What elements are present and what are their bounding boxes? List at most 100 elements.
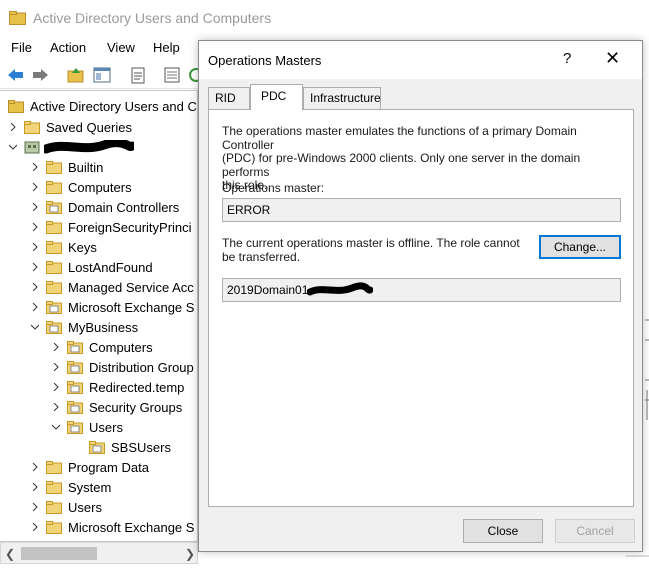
up-folder-icon[interactable] [66,65,86,85]
ou-folder-icon [46,300,62,314]
forward-arrow-icon[interactable] [30,65,50,85]
chevron-right-icon[interactable] [51,337,61,357]
chevron-right-icon[interactable] [30,197,40,217]
main-title-bar: Active Directory Users and Computers [0,0,649,38]
tree-item-label: Security Groups [89,399,183,415]
tree-item-label: Keys [68,239,97,255]
tree-item-label: Users [89,419,123,435]
ou-folder-icon [67,420,83,434]
tree-item-label: Users [68,499,102,515]
folder-icon [46,500,62,514]
tree-item-mb-computers[interactable]: Computers [51,337,153,357]
chevron-right-icon[interactable] [51,377,61,397]
tree-item-label: SBSUsers [111,439,171,455]
ou-folder-icon [89,440,105,454]
chevron-right-icon[interactable] [30,277,40,297]
chevron-right-icon[interactable] [8,117,18,137]
chevron-down-icon[interactable] [51,417,61,437]
tree-root[interactable]: Active Directory Users and C [8,96,197,116]
menu-view[interactable]: View [107,40,135,55]
folder-icon [46,220,62,234]
tree-item-builtin[interactable]: Builtin [30,157,103,177]
help-icon[interactable]: ? [563,50,571,67]
tree-item-label: ForeignSecurityPrinci [68,219,192,235]
folder-icon [46,520,62,534]
chevron-right-icon[interactable] [30,297,40,317]
folder-icon [46,280,62,294]
tree-item-saved-queries[interactable]: Saved Queries [8,117,132,137]
menu-help[interactable]: Help [153,40,180,55]
tree-item-mybusiness[interactable]: MyBusiness [30,317,138,337]
tab-pdc[interactable]: PDC [250,84,303,110]
change-button[interactable]: Change... [539,235,621,259]
chevron-down-icon[interactable] [30,317,40,337]
chevron-right-icon[interactable] [51,357,61,377]
tree-item-microsoft-exchange-2[interactable]: Microsoft Exchange S [30,517,194,537]
ou-folder-icon [46,320,62,334]
tree-item-microsoft-exchange[interactable]: Microsoft Exchange S [30,297,194,317]
tree-item-users[interactable]: Users [30,497,102,517]
tree-item-computers[interactable]: Computers [30,177,132,197]
tree-item-label: Builtin [68,159,104,175]
console-tree: Active Directory Users and C Saved Queri… [0,90,198,542]
tree-item-lost-and-found[interactable]: LostAndFound [30,257,153,277]
tree-item-domain[interactable] [8,137,134,157]
tree-item-mb-redirected[interactable]: Redirected.temp [51,377,184,397]
tree-item-label: Microsoft Exchange S [68,299,195,315]
chevron-right-icon[interactable] [30,177,40,197]
redaction-scribble [307,282,373,296]
chevron-right-icon[interactable] [30,217,40,237]
scroll-right-icon[interactable]: ❯ [185,547,195,561]
tree-item-foreign-security[interactable]: ForeignSecurityPrinci [30,217,192,237]
tree-item-sbsusers[interactable]: SBSUsers [89,437,171,457]
tree-item-keys[interactable]: Keys [30,237,97,257]
tree-item-managed-service[interactable]: Managed Service Acc [30,277,194,297]
redaction-scribble [44,140,134,154]
folder-icon [46,460,62,474]
back-arrow-icon[interactable] [6,65,26,85]
tree-item-label: Distribution Group [89,359,194,375]
properties-sheet-icon[interactable] [162,65,182,85]
description-line: The operations master emulates the funct… [222,124,577,152]
clipboard-icon[interactable] [128,65,148,85]
tree-item-label: MyBusiness [68,319,139,335]
status-line: The current operations master is offline… [222,236,520,250]
description-line: (PDC) for pre-Windows 2000 clients. Only… [222,151,581,179]
close-button[interactable]: Close [463,519,543,543]
scroll-left-icon[interactable]: ❮ [5,547,15,561]
chevron-right-icon[interactable] [30,517,40,537]
chevron-right-icon[interactable] [30,497,40,517]
console-tree-icon[interactable] [92,65,112,85]
pdc-tab-panel: The operations master emulates the funct… [208,109,634,507]
tree-item-label: Managed Service Acc [68,279,194,295]
tree-item-mb-security-groups[interactable]: Security Groups [51,397,182,417]
tree-item-domain-controllers[interactable]: Domain Controllers [30,197,179,217]
ou-folder-icon [67,380,83,394]
tree-item-system[interactable]: System [30,477,111,497]
chevron-right-icon[interactable] [30,477,40,497]
chevron-right-icon[interactable] [51,397,61,417]
ou-folder-icon [67,360,83,374]
tree-item-program-data[interactable]: Program Data [30,457,149,477]
close-icon[interactable]: ✕ [605,48,620,69]
chevron-down-icon[interactable] [8,137,18,157]
toolbar [0,61,203,89]
cancel-button[interactable]: Cancel [555,519,635,543]
chevron-right-icon[interactable] [30,257,40,277]
tree-item-mb-distribution[interactable]: Distribution Group [51,357,194,377]
scrollbar-thumb[interactable] [21,547,97,560]
menu-action[interactable]: Action [50,40,86,55]
chevron-right-icon[interactable] [30,157,40,177]
ou-folder-icon [46,200,62,214]
dialog-title-bar: Operations Masters ? ✕ [199,41,642,79]
menu-file[interactable]: File [11,40,32,55]
tree-item-label: Microsoft Exchange S [68,519,195,535]
tree-item-mb-users[interactable]: Users [51,417,123,437]
tab-rid[interactable]: RID [208,87,250,109]
dialog-title: Operations Masters [208,53,322,68]
chevron-right-icon[interactable] [30,457,40,477]
horizontal-scrollbar[interactable]: ❮ ❯ [0,542,198,564]
ou-folder-icon [67,340,83,354]
tab-infrastructure[interactable]: Infrastructure [303,87,381,109]
chevron-right-icon[interactable] [30,237,40,257]
